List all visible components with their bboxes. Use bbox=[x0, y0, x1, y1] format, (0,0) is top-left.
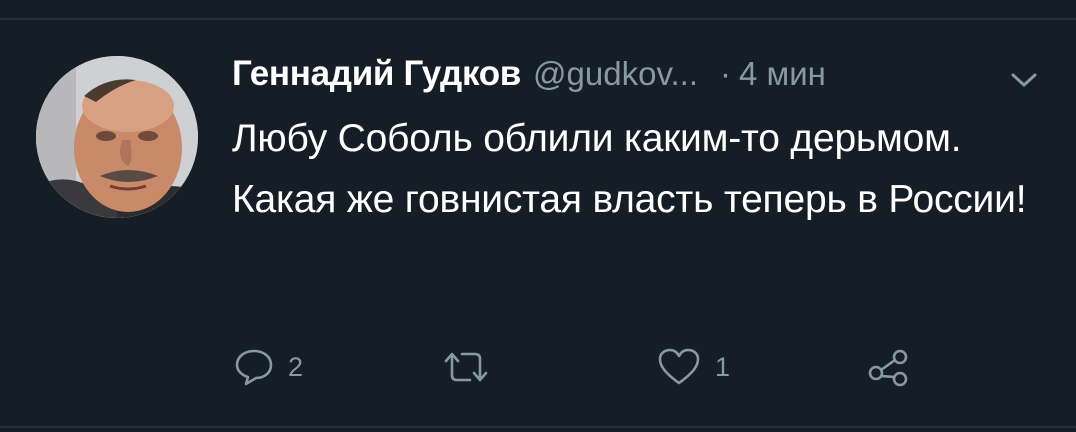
avatar[interactable] bbox=[36, 56, 198, 218]
display-name[interactable]: Геннадий Гудков bbox=[232, 54, 521, 94]
reply-count: 2 bbox=[288, 351, 304, 382]
like-button[interactable]: 1 bbox=[657, 344, 730, 390]
reply-icon bbox=[234, 347, 274, 387]
tweet-card[interactable]: Геннадий Гудков @gudkov... · 4 мин Любу … bbox=[0, 0, 1076, 432]
separator-dot: · bbox=[720, 55, 731, 92]
user-handle[interactable]: @gudkov... bbox=[533, 55, 698, 93]
reply-button[interactable]: 2 bbox=[234, 344, 303, 390]
share-icon bbox=[866, 347, 910, 387]
bottom-divider bbox=[0, 426, 1076, 428]
timestamp[interactable]: 4 мин bbox=[739, 55, 826, 93]
share-button[interactable] bbox=[866, 344, 910, 390]
tweet-header: Геннадий Гудков @gudkov... · 4 мин bbox=[232, 54, 826, 98]
retweet-button[interactable] bbox=[440, 344, 492, 390]
like-icon bbox=[657, 347, 701, 387]
like-count: 1 bbox=[715, 351, 731, 382]
chevron-down-icon[interactable] bbox=[1010, 70, 1038, 90]
tweet-text: Любу Соболь облили каким-то дерьмом. Как… bbox=[232, 117, 1027, 221]
top-divider bbox=[0, 18, 1076, 20]
retweet-icon bbox=[440, 347, 492, 387]
